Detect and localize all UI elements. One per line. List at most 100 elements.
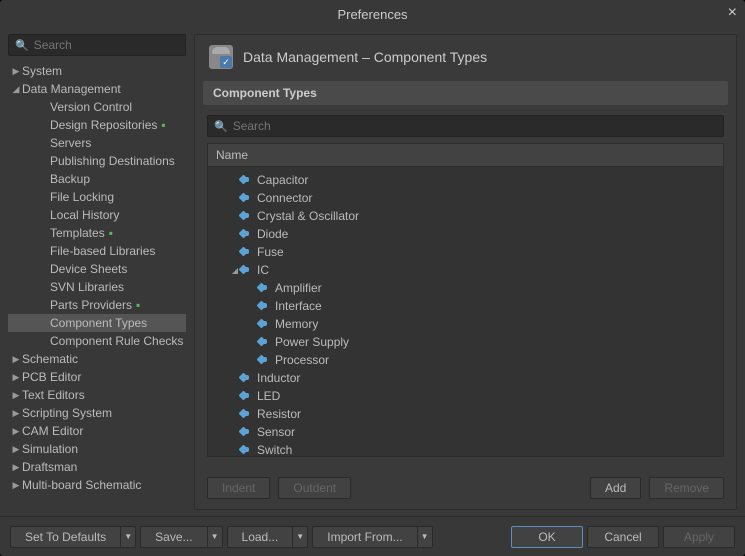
- tree-item[interactable]: ◢Data Management: [8, 80, 186, 98]
- tree-item[interactable]: SVN Libraries: [8, 278, 186, 296]
- save-dropdown[interactable]: ▼: [207, 526, 223, 548]
- list-item-label: Memory: [275, 317, 318, 331]
- tree-item[interactable]: Component Rule Checks: [8, 332, 186, 350]
- inner-content: 🔍 Name Capacitor Connector Crystal & Oscil…: [195, 105, 736, 467]
- add-button[interactable]: Add: [590, 477, 641, 499]
- search-icon: 🔍: [214, 120, 228, 133]
- tree-search[interactable]: 🔍: [8, 34, 186, 56]
- list-item[interactable]: Crystal & Oscillator: [208, 207, 723, 225]
- tree-item[interactable]: Local History: [8, 206, 186, 224]
- panel-header: ✓ Data Management – Component Types: [195, 35, 736, 81]
- tree-item[interactable]: Publishing Destinations: [8, 152, 186, 170]
- import-split[interactable]: Import From... ▼: [312, 526, 432, 548]
- list-header-name[interactable]: Name: [207, 143, 724, 166]
- preferences-dialog: Preferences × 🔍 ▶System◢Data ManagementV…: [0, 0, 745, 556]
- list-item[interactable]: Diode: [208, 225, 723, 243]
- remove-button[interactable]: Remove: [649, 477, 724, 499]
- tree-item[interactable]: Templates▪: [8, 224, 186, 242]
- list-item[interactable]: Switch: [208, 441, 723, 457]
- list-item[interactable]: Sensor: [208, 423, 723, 441]
- import-from-dropdown[interactable]: ▼: [417, 526, 433, 548]
- apply-button[interactable]: Apply: [663, 526, 735, 548]
- set-defaults-split[interactable]: Set To Defaults ▼: [10, 526, 136, 548]
- tag-icon: [240, 175, 252, 185]
- tree-item-label: Schematic: [22, 352, 78, 366]
- list-item-label: Switch: [257, 443, 292, 457]
- set-defaults-dropdown[interactable]: ▼: [120, 526, 136, 548]
- tag-icon: [258, 337, 270, 347]
- component-type-list[interactable]: Capacitor Connector Crystal & OscillatorDi…: [207, 166, 724, 457]
- chevron-right-icon: ▶: [10, 444, 22, 455]
- save-split[interactable]: Save... ▼: [140, 526, 222, 548]
- tree-item-label: Publishing Destinations: [50, 154, 175, 168]
- list-search-input[interactable]: [233, 119, 717, 133]
- list-item[interactable]: Resistor: [208, 405, 723, 423]
- search-icon: 🔍: [15, 39, 29, 52]
- tree-item-label: Device Sheets: [50, 262, 127, 276]
- chevron-right-icon: ▶: [10, 390, 22, 401]
- tree-item-label: Multi-board Schematic: [22, 478, 141, 492]
- tree-item[interactable]: ▶Scripting System: [8, 404, 186, 422]
- tree-item[interactable]: ▶Text Editors: [8, 386, 186, 404]
- list-item[interactable]: Memory: [208, 315, 723, 333]
- tree-item[interactable]: ▶Draftsman: [8, 458, 186, 476]
- cancel-button[interactable]: Cancel: [587, 526, 659, 548]
- list-search[interactable]: 🔍: [207, 115, 724, 137]
- list-item-label: Connector: [257, 191, 312, 205]
- list-item[interactable]: Inductor: [208, 369, 723, 387]
- tree-item[interactable]: File-based Libraries: [8, 242, 186, 260]
- dialog-body: 🔍 ▶System◢Data ManagementVersion Control…: [0, 28, 745, 510]
- bottom-bar: Set To Defaults ▼ Save... ▼ Load... ▼ Im…: [0, 516, 745, 556]
- set-defaults-button[interactable]: Set To Defaults: [10, 526, 120, 548]
- tree-item-label: Parts Providers: [50, 298, 132, 312]
- list-item[interactable]: Processor: [208, 351, 723, 369]
- panel-title: Data Management – Component Types: [243, 49, 487, 65]
- tree-item[interactable]: ▶System: [8, 62, 186, 80]
- tree-item-label: Data Management: [22, 82, 121, 96]
- list-item[interactable]: Connector: [208, 189, 723, 207]
- chevron-right-icon: ▶: [10, 462, 22, 473]
- load-button[interactable]: Load...: [227, 526, 293, 548]
- list-item[interactable]: Capacitor: [208, 171, 723, 189]
- save-button[interactable]: Save...: [140, 526, 206, 548]
- list-item[interactable]: Interface: [208, 297, 723, 315]
- list-item[interactable]: Power Supply: [208, 333, 723, 351]
- status-badge-icon: ▪: [136, 298, 140, 312]
- list-item[interactable]: LED: [208, 387, 723, 405]
- load-split[interactable]: Load... ▼: [227, 526, 309, 548]
- tag-icon: [240, 373, 252, 383]
- nav-tree[interactable]: ▶System◢Data ManagementVersion ControlDe…: [8, 62, 186, 510]
- tree-item[interactable]: ▶PCB Editor: [8, 368, 186, 386]
- list-item[interactable]: Fuse: [208, 243, 723, 261]
- tag-icon: [240, 211, 252, 221]
- tree-item[interactable]: ▶Schematic: [8, 350, 186, 368]
- tree-item[interactable]: Device Sheets: [8, 260, 186, 278]
- tree-item[interactable]: File Locking: [8, 188, 186, 206]
- left-panel: 🔍 ▶System◢Data ManagementVersion Control…: [8, 34, 186, 510]
- tree-item[interactable]: Parts Providers ▪: [8, 296, 186, 314]
- tree-item[interactable]: Version Control: [8, 98, 186, 116]
- list-item-label: Capacitor: [257, 173, 308, 187]
- outdent-button[interactable]: Outdent: [278, 477, 351, 499]
- close-icon[interactable]: ×: [728, 4, 737, 22]
- ok-button[interactable]: OK: [511, 526, 583, 548]
- tag-icon: [240, 193, 252, 203]
- load-dropdown[interactable]: ▼: [292, 526, 308, 548]
- indent-button[interactable]: Indent: [207, 477, 270, 499]
- tree-search-input[interactable]: [34, 38, 189, 52]
- tree-item[interactable]: Design Repositories▪: [8, 116, 186, 134]
- dialog-title: Preferences: [337, 7, 407, 22]
- tree-item[interactable]: ▶Simulation: [8, 440, 186, 458]
- chevron-right-icon: ▶: [10, 426, 22, 437]
- tag-icon: [240, 409, 252, 419]
- tree-item[interactable]: ▶CAM Editor: [8, 422, 186, 440]
- tag-icon: [240, 427, 252, 437]
- tag-icon: [258, 319, 270, 329]
- tree-item[interactable]: Component Types: [8, 314, 186, 332]
- tree-item[interactable]: Backup: [8, 170, 186, 188]
- tree-item[interactable]: ▶Multi-board Schematic: [8, 476, 186, 494]
- list-item[interactable]: ◢IC: [208, 261, 723, 279]
- tree-item[interactable]: Servers: [8, 134, 186, 152]
- list-item[interactable]: Amplifier: [208, 279, 723, 297]
- import-from-button[interactable]: Import From...: [312, 526, 416, 548]
